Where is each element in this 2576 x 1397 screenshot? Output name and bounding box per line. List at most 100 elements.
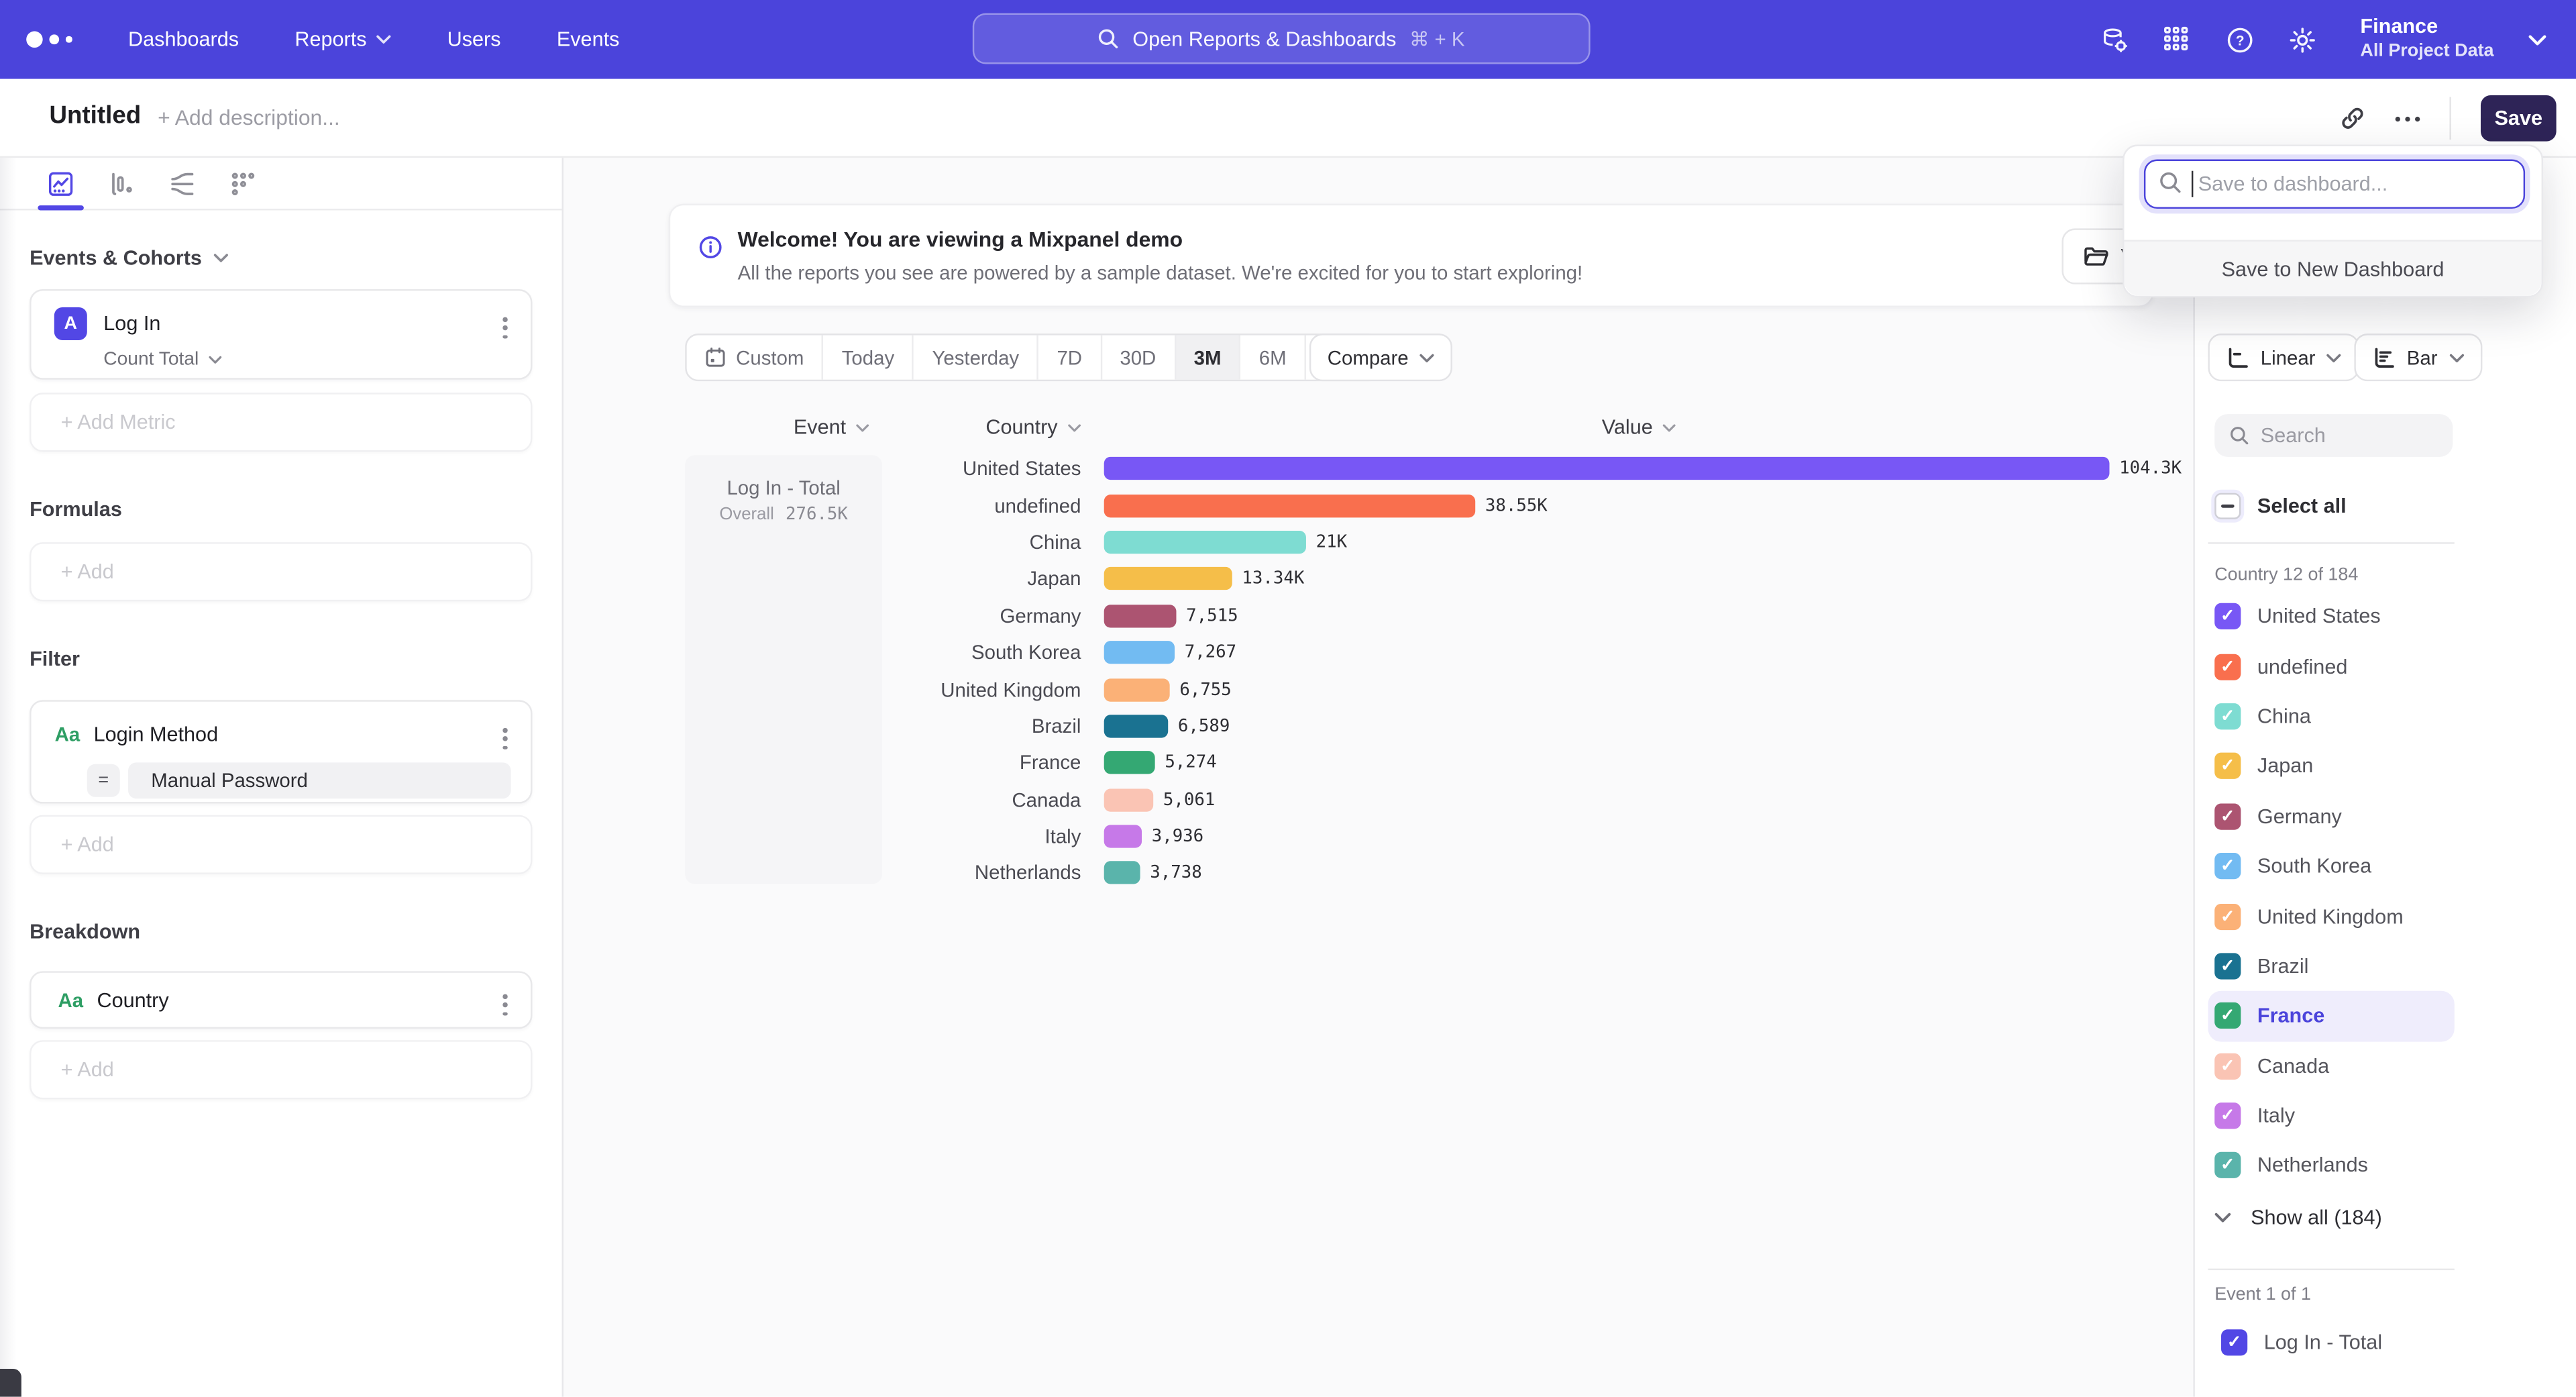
metric-name[interactable]: Log In [103,312,160,335]
nav-events[interactable]: Events [557,28,620,51]
nav-dashboards[interactable]: Dashboards [128,28,239,51]
chart-bar[interactable] [1104,715,1169,737]
global-search-button[interactable]: Open Reports & Dashboards ⌘ + K [973,13,1591,64]
more-options-button[interactable] [2396,116,2420,121]
country-item[interactable]: ✓ Italy [2208,1091,2454,1141]
chart-bar[interactable] [1104,457,2110,480]
range-today[interactable]: Today [824,335,914,380]
chart-bar[interactable] [1104,678,1170,701]
filter-operator[interactable]: = [87,764,120,797]
tab-insights[interactable] [38,162,84,205]
filter-value[interactable]: Manual Password [128,762,511,798]
add-formula-button[interactable]: + Add [30,542,532,601]
add-breakdown-button[interactable]: + Add [30,1040,532,1099]
chart-scale-button[interactable]: Linear [2208,333,2359,381]
chevron-down-icon[interactable] [2528,34,2546,45]
country-item[interactable]: ✓ Germany [2208,791,2454,841]
chart-bar-value: 7,267 [1185,643,1236,662]
country-item[interactable]: ✓ South Korea [2208,841,2454,891]
save-to-dashboard-input[interactable] [2144,160,2525,209]
country-checkbox[interactable]: ✓ [2214,853,2241,879]
show-all-button[interactable]: Show all (184) [2214,1206,2382,1229]
chart-bar[interactable] [1104,494,1475,517]
country-checkbox[interactable]: ✓ [2214,1102,2241,1129]
chart-bar[interactable] [1104,531,1306,554]
chart-bar[interactable] [1104,788,1153,811]
chart-bar[interactable] [1104,862,1140,884]
country-checkbox[interactable]: ✓ [2214,1053,2241,1079]
country-item[interactable]: ✓ France [2208,991,2454,1041]
metric-kebab-menu[interactable] [500,314,511,343]
event-checkbox[interactable]: ✓ [2221,1330,2247,1356]
project-selector[interactable]: Finance All Project Data [2360,15,2493,64]
legend-search-input[interactable]: Search [2214,414,2453,457]
country-item[interactable]: ✓ Japan [2208,741,2454,791]
select-all-checkbox[interactable] [2214,493,2241,519]
data-management-icon[interactable] [2100,25,2129,54]
breakdown-property-name[interactable]: Country [97,988,168,1011]
save-to-new-dashboard-option[interactable]: Save to New Dashboard [2125,240,2542,296]
report-title[interactable]: Untitled [49,102,141,130]
tab-retention[interactable] [220,162,266,205]
select-all-row[interactable]: Select all [2214,493,2346,519]
country-item[interactable]: ✓ United States [2208,592,2454,641]
compare-button[interactable]: Compare [1309,333,1453,381]
copy-link-icon[interactable] [2339,105,2365,132]
country-item[interactable]: ✓ Canada [2208,1041,2454,1090]
breakdown-kebab-menu[interactable] [500,991,511,1020]
country-checkbox[interactable]: ✓ [2214,703,2241,729]
country-item[interactable]: ✓ United Kingdom [2208,891,2454,941]
tab-funnels[interactable] [99,162,145,205]
mixpanel-logo-icon[interactable] [26,32,85,48]
filter-kebab-menu[interactable] [500,725,511,754]
country-item[interactable]: ✓ China [2208,691,2454,741]
events-cohorts-header[interactable]: Events & Cohorts [30,246,532,269]
add-filter-button[interactable]: + Add [30,815,532,874]
metric-aggregation-selector[interactable]: Count Total [103,350,531,370]
settings-gear-icon[interactable] [2288,25,2316,54]
chart-type-button[interactable]: Bar [2354,333,2481,381]
chart-bar[interactable] [1104,641,1175,664]
chart-bar[interactable] [1104,568,1232,590]
column-header-value[interactable]: Value [1602,416,1676,439]
country-item[interactable]: ✓ Brazil [2208,941,2454,991]
corner-widget[interactable] [0,1369,21,1397]
range-30d[interactable]: 30D [1102,335,1175,380]
country-checkbox[interactable]: ✓ [2214,953,2241,979]
range-3m[interactable]: 3M [1176,335,1241,380]
help-icon[interactable]: ? [2226,25,2254,54]
chart-rows: United States 104.3K undefined 38.55K Ch… [564,450,2193,892]
add-metric-button[interactable]: + Add Metric [30,393,532,452]
nav-reports[interactable]: Reports [294,28,391,51]
chart-bar[interactable] [1104,605,1177,627]
filter-card-login-method[interactable]: Aa Login Method = Manual Password [30,700,532,803]
apps-grid-icon[interactable] [2163,25,2192,54]
breakdown-card-country[interactable]: Aa Country [30,971,532,1029]
save-button[interactable]: Save [2481,95,2557,142]
linear-axis-icon [2226,346,2249,369]
country-item[interactable]: ✓ Netherlands [2208,1141,2454,1190]
nav-users[interactable]: Users [447,28,501,51]
country-checkbox[interactable]: ✓ [2214,903,2241,929]
range-7d[interactable]: 7D [1039,335,1102,380]
column-header-country[interactable]: Country [985,416,1081,439]
country-item[interactable]: ✓ undefined [2208,641,2454,691]
country-checkbox[interactable]: ✓ [2214,654,2241,680]
country-checkbox[interactable]: ✓ [2214,803,2241,829]
column-header-event[interactable]: Event [794,416,869,439]
filter-property-name[interactable]: Login Method [94,723,219,746]
chart-bar[interactable] [1104,752,1155,774]
tab-flows[interactable] [160,162,206,205]
event-legend-item[interactable]: ✓ Log In - Total [2214,1318,2461,1367]
range-custom[interactable]: Custom [687,335,824,380]
metric-card-log-in[interactable]: A Log In Count Total [30,289,532,380]
range-6m[interactable]: 6M [1241,335,1306,380]
range-yesterday[interactable]: Yesterday [914,335,1039,380]
country-checkbox[interactable]: ✓ [2214,1153,2241,1179]
country-checkbox[interactable]: ✓ [2214,1003,2241,1029]
add-description-field[interactable]: + Add description... [158,105,340,130]
country-checkbox[interactable]: ✓ [2214,754,2241,780]
chart-bar[interactable] [1104,825,1142,848]
chevron-down-icon [2327,352,2342,362]
country-checkbox[interactable]: ✓ [2214,603,2241,629]
